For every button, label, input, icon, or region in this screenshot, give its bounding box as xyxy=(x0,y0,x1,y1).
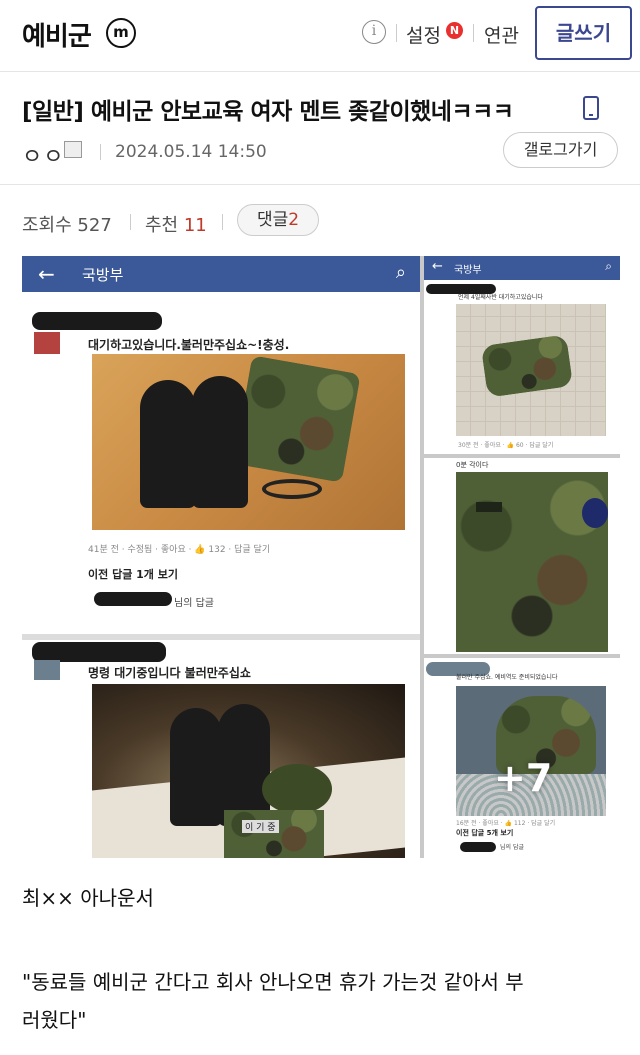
right-screenshot-3: 불러만 주십쇼. 예비역도 준비되었습니다 +7 16분 전 · 좋아요 · 👍… xyxy=(424,658,620,858)
gallery-title[interactable]: 예비군 xyxy=(22,16,92,53)
boots-photo: 이 기 중 xyxy=(92,684,405,858)
quote-text: "동료들 예비군 간다고 회사 안나오면 휴가 가는것 같아서 부 러웠다" xyxy=(22,963,622,1039)
boot xyxy=(218,704,270,826)
comment-meta: 41분 전 · 수정됨 · 좋아요 · 👍 132 · 답글 달기 xyxy=(88,545,271,555)
name-tag: 이 기 중 xyxy=(242,820,279,833)
previous-replies[interactable]: 이전 답글 5개 보기 xyxy=(456,828,513,838)
unit-patch xyxy=(582,498,608,528)
avatar xyxy=(34,332,60,354)
search-icon: ⌕ xyxy=(605,259,612,273)
comment-text: 대기하고있습니다.불러만주십쇼~!충성. xyxy=(88,338,290,352)
page-name: 국방부 xyxy=(82,266,124,284)
author-name[interactable]: ㅇㅇ xyxy=(22,139,64,171)
back-arrow-icon: ← xyxy=(38,262,55,286)
divider xyxy=(130,214,131,230)
comment-button[interactable]: 댓글2 xyxy=(237,204,319,236)
boot xyxy=(170,708,222,826)
search-icon: ⌕ xyxy=(395,262,406,283)
belt xyxy=(262,479,322,499)
camo-uniform xyxy=(224,810,324,858)
comment-meta: 30분 전 · 좋아요 · 👍 60 · 답글 달기 xyxy=(458,442,554,449)
back-arrow-icon: ← xyxy=(432,259,443,274)
m-badge-icon: m xyxy=(106,18,136,48)
recommend-count: 추천 11 xyxy=(145,211,207,237)
redacted-name xyxy=(94,592,172,606)
boots-photo xyxy=(92,354,405,530)
comments-label: 댓글 xyxy=(256,210,289,230)
gallog-button[interactable]: 갤로그가기 xyxy=(503,132,618,168)
comment-meta: 16분 전 · 좋아요 · 👍 112 · 답글 달기 xyxy=(456,820,556,827)
view-count: 조회수 527 xyxy=(22,211,112,237)
previous-replies[interactable]: 이전 답글 1개 보기 xyxy=(88,566,178,582)
right-screenshot-1: ← 국방부 ⌕ 언제 4일째사반 대기하고있습니다 30분 전 · 좋아요 · … xyxy=(424,256,620,454)
views-value: 527 xyxy=(77,215,112,236)
comment-text: 명령 대기중입니다 불러만주십쇼 xyxy=(88,666,251,680)
views-label: 조회수 xyxy=(22,215,72,236)
separator xyxy=(22,634,420,640)
reply-label: 님의 답글 xyxy=(174,598,214,609)
left-screenshot: ← 국방부 ⌕ 대기하고있습니다.불러만주십쇼~!충성. 41분 전 · 수정됨… xyxy=(22,256,420,858)
facebook-header: ← 국방부 ⌕ xyxy=(22,256,420,292)
recommend-value: 11 xyxy=(183,215,207,236)
right-screenshot-2: 0분 각이다 xyxy=(424,458,620,654)
tile-photo xyxy=(456,304,606,436)
write-button[interactable]: 글쓰기 xyxy=(535,6,632,60)
recommend-label: 추천 xyxy=(145,215,179,236)
page-name: 국방부 xyxy=(454,265,482,276)
mobile-icon xyxy=(583,96,599,120)
uniform-photo xyxy=(456,472,608,652)
info-icon[interactable]: i xyxy=(362,20,386,44)
boot xyxy=(140,380,196,508)
quote-line: 러웠다" xyxy=(22,1008,87,1032)
beret xyxy=(262,764,332,814)
more-photos-count[interactable]: +7 xyxy=(494,756,552,800)
member-icon xyxy=(64,141,82,158)
comment-text: 언제 4일째사반 대기하고있습니다 xyxy=(458,294,543,301)
divider xyxy=(473,24,474,42)
divider xyxy=(396,24,397,42)
post-title: [일반] 예비군 안보교육 여자 멘트 좆같이했네ㅋㅋㅋ xyxy=(22,99,514,125)
facebook-header: ← 국방부 ⌕ xyxy=(424,256,620,280)
comments-value: 2 xyxy=(288,210,300,230)
new-badge-icon: N xyxy=(446,22,463,39)
post-date: 2024.05.14 14:50 xyxy=(115,142,267,162)
name-patch xyxy=(476,502,502,512)
speaker-label: 최×× 아나운서 xyxy=(22,886,154,910)
divider xyxy=(100,144,101,160)
header-divider xyxy=(0,184,640,185)
redacted-name xyxy=(32,312,162,330)
top-header: 예비군 m i 설정 N 연관 글쓰기 xyxy=(0,0,640,72)
boot xyxy=(192,376,248,508)
comment-text: 0분 각이다 xyxy=(456,461,489,469)
settings-link[interactable]: 설정 xyxy=(406,21,441,48)
reply-label: 님의 답글 xyxy=(500,844,524,851)
post-image[interactable]: ← 국방부 ⌕ 대기하고있습니다.불러만주십쇼~!충성. 41분 전 · 수정됨… xyxy=(22,256,620,858)
camo-uniform xyxy=(233,355,361,483)
divider xyxy=(222,214,223,230)
redacted-name xyxy=(460,842,496,852)
comment-text: 불러만 주십쇼. 예비역도 준비되었습니다 xyxy=(456,674,558,681)
avatar xyxy=(34,660,60,680)
quote-line: "동료들 예비군 간다고 회사 안나오면 휴가 가는것 같아서 부 xyxy=(22,970,524,994)
related-link[interactable]: 연관 xyxy=(484,21,519,48)
redacted-name xyxy=(32,642,166,662)
